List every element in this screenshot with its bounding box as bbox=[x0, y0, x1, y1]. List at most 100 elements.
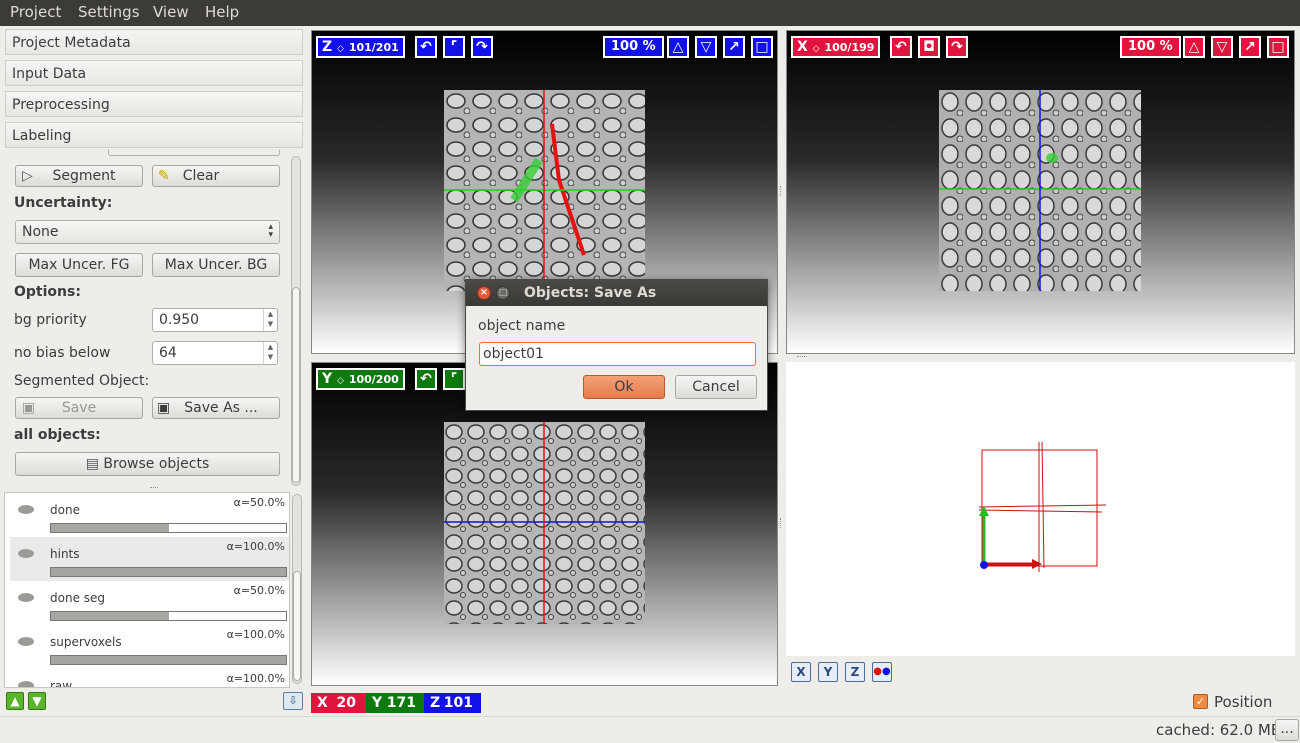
scrollbar-thumb[interactable] bbox=[293, 571, 301, 681]
splitter-handle[interactable] bbox=[150, 487, 158, 490]
layer-row[interactable]: raw α=100.0% bbox=[10, 669, 289, 687]
em-texture bbox=[444, 422, 645, 624]
zoom-in-icon[interactable]: △ bbox=[1183, 36, 1205, 58]
splitter-handle[interactable] bbox=[780, 518, 784, 528]
opacity-slider[interactable] bbox=[50, 655, 287, 665]
max-uncertainty-fg-button[interactable]: Max Uncer. FG bbox=[15, 253, 143, 277]
menu-project[interactable]: Project bbox=[10, 3, 61, 21]
anaglyph-glasses-icon[interactable]: ●● bbox=[872, 662, 892, 682]
eye-icon[interactable] bbox=[18, 681, 34, 687]
eye-icon[interactable] bbox=[18, 549, 34, 558]
position-checkbox[interactable]: ✓ bbox=[1193, 694, 1208, 709]
save-as-icon: ▣ bbox=[157, 400, 171, 416]
slice-spin-icon[interactable]: ◇ bbox=[337, 44, 344, 54]
ok-button[interactable]: Ok bbox=[583, 375, 665, 399]
view-x[interactable]: X ◇ 100/199 ↶ ◘ ↷ 100 % △ ▽ ↗ □ bbox=[786, 30, 1295, 354]
options-label: Options: bbox=[14, 284, 81, 300]
menu-settings[interactable]: Settings bbox=[78, 3, 140, 21]
accordion-labeling[interactable]: Labeling bbox=[5, 122, 303, 148]
zoom-out-icon[interactable]: ▽ bbox=[1211, 36, 1233, 58]
fullscreen-icon[interactable]: □ bbox=[1267, 36, 1289, 58]
position-label: Position bbox=[1214, 693, 1273, 711]
menu-view[interactable]: View bbox=[153, 3, 189, 21]
toggle-x-slice-button[interactable]: X bbox=[791, 662, 811, 682]
play-icon: ▷ bbox=[22, 168, 33, 184]
spin-arrows-icon[interactable]: ▲ ▼ bbox=[263, 309, 277, 331]
rotate-left-icon[interactable]: ↶ bbox=[890, 36, 912, 58]
eye-icon[interactable] bbox=[18, 637, 34, 646]
view-x-zoom[interactable]: 100 % bbox=[1120, 36, 1181, 58]
layer-settings-icon[interactable]: ⇩ bbox=[283, 692, 303, 710]
scroll-hint bbox=[108, 150, 280, 156]
accordion-preprocessing[interactable]: Preprocessing bbox=[5, 91, 303, 117]
scrollbar-thumb[interactable] bbox=[292, 287, 300, 483]
layer-up-icon[interactable]: ▲ bbox=[6, 692, 24, 710]
z-slice-image[interactable] bbox=[444, 90, 645, 291]
all-objects-label: all objects: bbox=[14, 427, 101, 443]
rotate-right-icon[interactable]: ↷ bbox=[471, 36, 493, 58]
maximize-icon[interactable]: □ bbox=[496, 286, 510, 300]
slice-spin-icon[interactable]: ◇ bbox=[337, 376, 344, 386]
uncertainty-label: Uncertainty: bbox=[14, 195, 113, 211]
bg-priority-spinbox[interactable]: 0.950 ▲ ▼ bbox=[152, 308, 278, 332]
splitter-handle[interactable] bbox=[797, 356, 807, 359]
view-3d[interactable] bbox=[786, 362, 1295, 656]
accordion-project-metadata[interactable]: Project Metadata bbox=[5, 29, 303, 55]
maximize-arrow-icon[interactable]: ↗ bbox=[1239, 36, 1261, 58]
toggle-z-slice-button[interactable]: Z bbox=[845, 662, 865, 682]
fullscreen-icon[interactable]: □ bbox=[751, 36, 773, 58]
eye-icon[interactable] bbox=[18, 505, 34, 514]
maximize-arrow-icon[interactable]: ↗ bbox=[723, 36, 745, 58]
layer-scrollbar[interactable] bbox=[292, 494, 302, 684]
slice-spin-icon[interactable]: ◇ bbox=[813, 44, 820, 54]
opacity-fill bbox=[51, 568, 286, 576]
menu-bar: Project Settings View Help bbox=[0, 0, 1300, 26]
layer-down-icon[interactable]: ▼ bbox=[28, 692, 46, 710]
browse-objects-button[interactable]: ▤ Browse objects bbox=[15, 452, 280, 476]
splitter-handle[interactable] bbox=[780, 186, 784, 196]
menu-help[interactable]: Help bbox=[205, 3, 239, 21]
coord-z: Z 101 bbox=[424, 693, 481, 713]
view-y-slice-indicator[interactable]: Y ◇ 100/200 bbox=[316, 368, 405, 390]
cancel-button[interactable]: Cancel bbox=[675, 375, 757, 399]
toggle-y-slice-button[interactable]: Y bbox=[818, 662, 838, 682]
rotate-left-icon[interactable]: ↶ bbox=[415, 368, 437, 390]
opacity-slider[interactable] bbox=[50, 523, 287, 533]
zoom-in-icon[interactable]: △ bbox=[667, 36, 689, 58]
layer-row[interactable]: supervoxels α=100.0% bbox=[10, 625, 289, 669]
opacity-slider[interactable] bbox=[50, 567, 287, 577]
bg-priority-label: bg priority bbox=[14, 312, 87, 328]
opacity-slider[interactable] bbox=[50, 611, 287, 621]
y-slice-image[interactable] bbox=[444, 422, 645, 624]
view-z-slice-indicator[interactable]: Z ◇ 101/201 bbox=[316, 36, 405, 58]
cache-details-button[interactable]: ... bbox=[1275, 719, 1299, 741]
max-uncertainty-bg-button[interactable]: Max Uncer. BG bbox=[152, 253, 280, 277]
clear-button[interactable]: ✎ Clear bbox=[152, 165, 280, 187]
rotate-left-icon[interactable]: ↶ bbox=[415, 36, 437, 58]
eye-icon[interactable] bbox=[18, 593, 34, 602]
rotate-right-icon[interactable]: ↷ bbox=[946, 36, 968, 58]
layer-row[interactable]: done α=50.0% bbox=[10, 493, 289, 537]
view-z-zoom[interactable]: 100 % bbox=[603, 36, 664, 58]
no-bias-label: no bias below bbox=[14, 345, 111, 361]
no-bias-spinbox[interactable]: 64 ▲ ▼ bbox=[152, 341, 278, 365]
spin-arrows-icon[interactable]: ▲ ▼ bbox=[263, 342, 277, 364]
segment-button[interactable]: ▷ Segment bbox=[15, 165, 143, 187]
uncertainty-select[interactable]: None ▴ ▾ bbox=[15, 220, 280, 244]
accordion-input-data[interactable]: Input Data bbox=[5, 60, 303, 86]
save-as-button[interactable]: ▣ Save As ... bbox=[152, 397, 280, 419]
labeling-scrollbar[interactable] bbox=[291, 156, 301, 486]
em-texture bbox=[444, 90, 645, 291]
view-x-slice-indicator[interactable]: X ◇ 100/199 bbox=[791, 36, 881, 58]
layer-row[interactable]: hints α=100.0% bbox=[10, 537, 289, 581]
close-icon[interactable]: × bbox=[477, 286, 491, 300]
swap-axes-icon[interactable]: ◘ bbox=[918, 36, 940, 58]
x-slice-image[interactable] bbox=[939, 90, 1141, 291]
save-button[interactable]: ▣ Save bbox=[15, 397, 143, 419]
zoom-out-icon[interactable]: ▽ bbox=[695, 36, 717, 58]
object-name-input[interactable]: object01 bbox=[479, 342, 756, 366]
layer-row[interactable]: done seg α=50.0% bbox=[10, 581, 289, 625]
opacity-fill bbox=[51, 656, 286, 664]
swap-axes-icon[interactable]: ⌜ bbox=[443, 368, 465, 390]
swap-axes-icon[interactable]: ⌜ bbox=[443, 36, 465, 58]
